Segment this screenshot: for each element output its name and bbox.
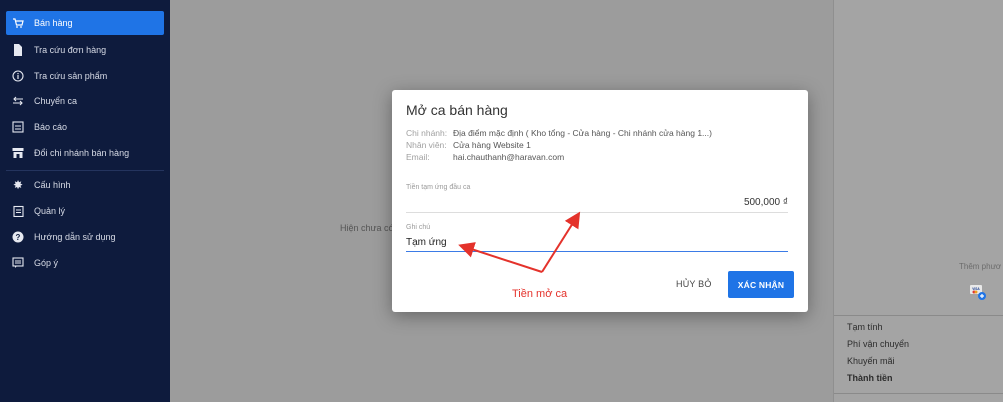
annotation-label: Tiền mở ca <box>512 288 568 300</box>
annotation-arrow-up <box>541 211 581 273</box>
annotation-arrow-left <box>458 242 543 273</box>
annotation-arrows <box>458 211 581 273</box>
